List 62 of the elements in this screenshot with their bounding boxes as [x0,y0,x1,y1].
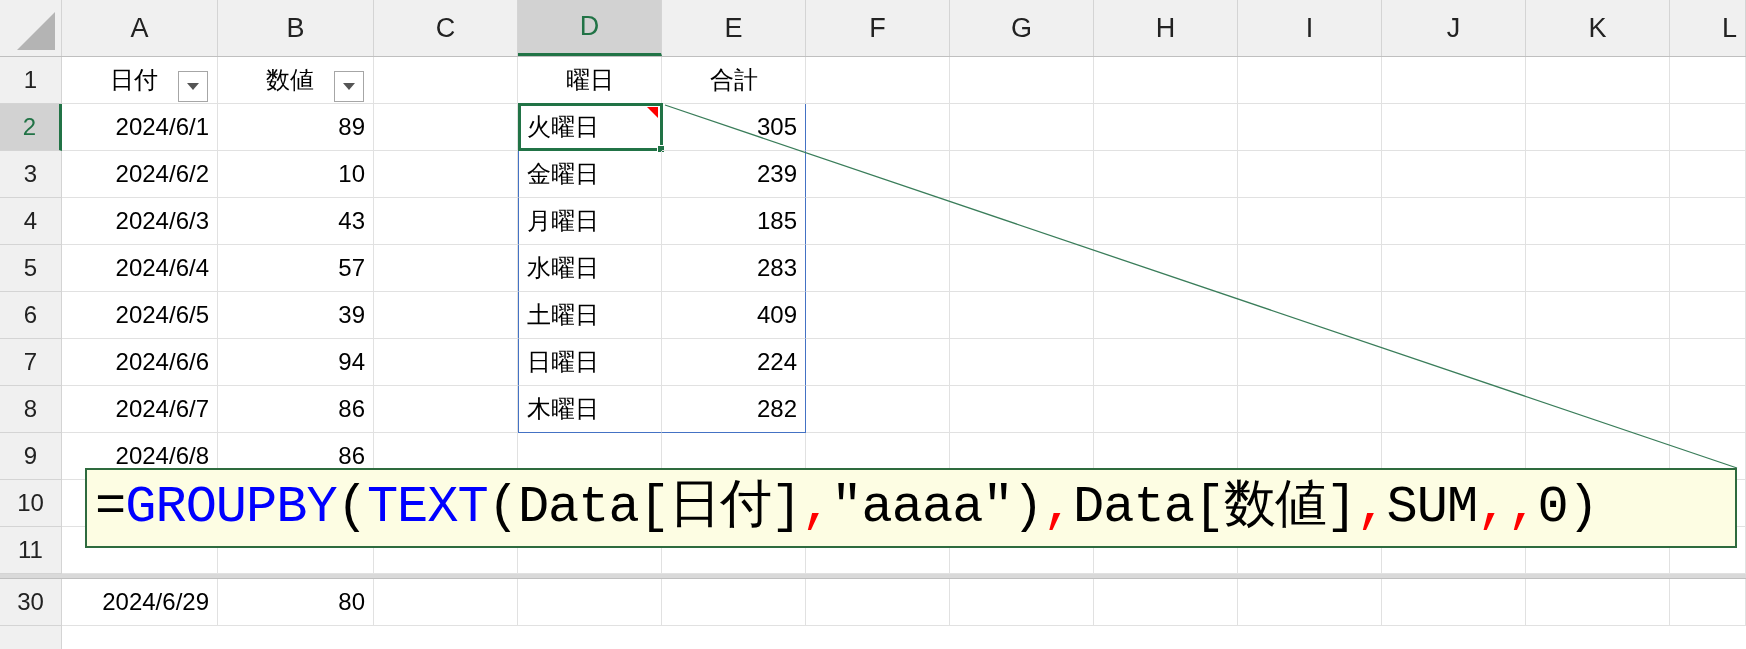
table-cell: 2024/6/5 [62,292,218,339]
table-cell: 2024/6/6 [62,339,218,386]
row-header[interactable]: 30 [0,579,62,626]
row-header[interactable]: 9 [0,433,62,480]
column-header[interactable]: J [1382,0,1526,56]
row-header[interactable]: 7 [0,339,62,386]
column-header[interactable]: L [1670,0,1746,56]
row-header[interactable]: 11 [0,527,62,574]
filter-dropdown-button[interactable] [334,70,364,102]
filter-dropdown-button[interactable] [178,70,208,102]
table-cell: 2024/6/1 [62,104,218,151]
table-cell: 10 [218,151,374,198]
table-cell: 土曜日 [518,292,662,339]
table-cell: 39 [218,292,374,339]
table-cell: 305 [662,104,806,151]
column-header[interactable]: G [950,0,1094,56]
table-cell: 185 [662,198,806,245]
table-cell: 2024/6/29 [62,579,218,626]
table-cell: 89 [218,104,374,151]
row-header[interactable]: 6 [0,292,62,339]
column-header[interactable]: A [62,0,218,56]
table-cell: 日曜日 [518,339,662,386]
table-cell: 86 [218,386,374,433]
table-cell: 2024/6/7 [62,386,218,433]
table-cell: 282 [662,386,806,433]
column-header[interactable]: E [662,0,806,56]
row-header[interactable]: 8 [0,386,62,433]
column-header[interactable]: D [518,0,662,56]
row-header[interactable]: 3 [0,151,62,198]
row-header[interactable]: 5 [0,245,62,292]
column-header[interactable]: B [218,0,374,56]
caret-icon [187,82,199,90]
row-header[interactable]: 10 [0,480,62,527]
table-cell: 224 [662,339,806,386]
column-header[interactable]: I [1238,0,1382,56]
table-cell: 2024/6/3 [62,198,218,245]
table-cell: 57 [218,245,374,292]
table-cell: 43 [218,198,374,245]
table-cell: 水曜日 [518,245,662,292]
table-cell: 94 [218,339,374,386]
table-cell: 409 [662,292,806,339]
column-heading: 合計 [662,57,806,104]
row-header[interactable]: 2 [0,104,62,151]
table-cell: 2024/6/4 [62,245,218,292]
table-cell: 283 [662,245,806,292]
corner-triangle-icon [17,12,55,50]
column-header[interactable]: K [1526,0,1670,56]
table-cell: 2024/6/2 [62,151,218,198]
row-header[interactable]: 1 [0,57,62,104]
table-cell: 239 [662,151,806,198]
caret-icon [343,82,355,90]
column-header[interactable]: H [1094,0,1238,56]
column-heading: 日付 [110,65,158,95]
column-header[interactable]: F [806,0,950,56]
column-heading: 曜日 [518,57,662,104]
table-cell: 金曜日 [518,151,662,198]
table-cell: 月曜日 [518,198,662,245]
column-heading: 数値 [266,65,314,95]
table-cell: 火曜日 [518,104,662,151]
row-header[interactable]: 4 [0,198,62,245]
table-cell: 木曜日 [518,386,662,433]
table-cell: 80 [218,579,374,626]
